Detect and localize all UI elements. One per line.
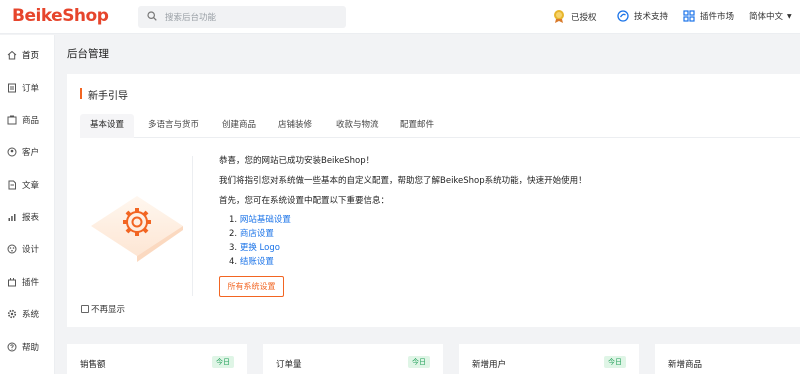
top-header: BeikeShop 搜索后台功能 已授权 技术支持 插件市场 简体中文 ▼ [0,0,800,34]
step-item: 3. 更换 Logo [229,241,280,253]
tech-support-link[interactable]: 技术支持 [617,10,668,22]
sidebar-item-label: 报表 [22,213,40,223]
article-icon [8,180,16,190]
tab-store-decoration[interactable]: 店铺装修 [278,114,312,138]
all-settings-button[interactable]: 所有系统设置 [219,276,284,297]
guide-tabs: 基本设置 多语言与货币 创建商品 店铺装修 收款与物流 配置邮件 [80,114,800,138]
search-input[interactable]: 搜索后台功能 [138,6,346,28]
sidebar-item-label: 订单 [22,84,40,94]
tab-basic-settings[interactable]: 基本设置 [80,114,135,138]
stat-label: 新增用户 [472,360,507,370]
sidebar-item-help[interactable]: 帮助 [0,336,55,358]
sidebar-item-label: 客户 [22,148,40,158]
today-badge: 今日 [212,356,234,368]
guide-line-first: 首先，您可在系统设置中配置以下重要信息： [219,196,390,206]
language-select[interactable]: 简体中文 ▼ [749,10,792,22]
sidebar-item-label: 系统 [22,310,40,320]
medal-icon [554,10,564,23]
guide-line-intro: 我们将指引您对系统做一些基本的自定义配置，帮助您了解BeikeShop系统功能，… [219,176,587,186]
stat-label: 新增商品 [668,360,703,370]
chevron-down-icon: ▼ [787,12,792,20]
step-item: 2. 商店设置 [229,227,274,239]
page-title: 后台管理 [67,48,109,60]
today-badge: 今日 [604,356,626,368]
step-number: 3. [229,243,238,253]
step-number: 1. [229,215,238,225]
sidebar-item-label: 插件 [22,278,40,288]
sidebar-item-reports[interactable]: 报表 [0,206,55,228]
no-show-again-checkbox[interactable]: 不再显示 [81,303,125,315]
sidebar-item-products[interactable]: 商品 [0,109,55,131]
system-icon [7,309,17,319]
stat-card-orders: 订单量 今日 [263,344,443,374]
tab-create-product[interactable]: 创建商品 [222,114,256,138]
guide-card: 新手引导 基本设置 多语言与货币 创建商品 店铺装修 收款与物流 配置邮件 恭喜… [67,74,800,327]
sidebar-item-articles[interactable]: 文章 [0,174,55,196]
tab-payment-shipping[interactable]: 收款与物流 [336,114,379,138]
authorized-link[interactable]: 已授权 [552,9,597,24]
step-number: 4. [229,257,238,267]
sidebar: 首页 订单 商品 客户 文章 报表 设计 插件 系统 帮助 [0,35,55,374]
step-item: 1. 网站基础设置 [229,213,291,225]
sidebar-item-label: 文章 [22,181,40,191]
divider [192,156,193,296]
authorized-label: 已授权 [571,12,597,23]
guide-title: 新手引导 [80,87,128,102]
sidebar-item-customers[interactable]: 客户 [0,141,55,163]
sidebar-item-label: 商品 [22,116,40,126]
today-badge: 今日 [408,356,430,368]
report-icon [8,214,16,221]
step-item: 4. 结账设置 [229,255,274,267]
language-label: 简体中文 [749,12,784,22]
sidebar-item-design[interactable]: 设计 [0,238,55,260]
sidebar-item-plugins[interactable]: 插件 [0,271,55,293]
sidebar-item-label: 首页 [22,51,40,61]
design-icon [7,244,17,254]
help-icon [7,342,17,352]
sidebar-item-label: 设计 [22,245,40,255]
sidebar-item-home[interactable]: 首页 [0,44,55,66]
tab-mail-config[interactable]: 配置邮件 [400,114,434,138]
search-placeholder: 搜索后台功能 [165,13,217,23]
tab-language-currency[interactable]: 多语言与货币 [148,114,199,138]
home-icon [7,50,17,60]
brand-logo[interactable]: BeikeShop [12,6,109,26]
checkbox-box[interactable] [81,305,89,313]
sidebar-item-orders[interactable]: 订单 [0,77,55,99]
support-icon [617,10,629,22]
sidebar-item-label: 帮助 [22,343,40,353]
no-show-again-label: 不再显示 [91,305,126,315]
step-number: 2. [229,229,238,239]
stat-label: 订单量 [276,360,302,370]
stat-card-sales: 销售额 今日 [67,344,247,374]
guide-line-congrats: 恭喜，您的网站已成功安装BeikeShop！ [219,156,375,166]
plugin-market-icon [683,10,695,22]
order-icon [8,83,16,93]
plugin-icon [8,278,16,287]
step-link-change-logo[interactable]: 更换 Logo [240,243,280,253]
plugin-market-label: 插件市场 [700,12,735,22]
stat-label: 销售额 [80,360,106,370]
plugin-market-link[interactable]: 插件市场 [683,10,734,22]
stat-card-new-products: 新增商品 [655,344,800,374]
settings-gear-illustration [91,196,183,262]
customer-icon [7,147,17,157]
tech-support-label: 技术支持 [634,12,669,22]
step-link-store-settings[interactable]: 商店设置 [240,229,274,239]
search-icon [147,11,157,21]
product-icon [7,115,17,125]
step-link-checkout-settings[interactable]: 结账设置 [240,257,274,267]
stat-card-new-users: 新增用户 今日 [459,344,639,374]
step-link-site-basics[interactable]: 网站基础设置 [240,215,291,225]
sidebar-item-system[interactable]: 系统 [0,303,55,325]
